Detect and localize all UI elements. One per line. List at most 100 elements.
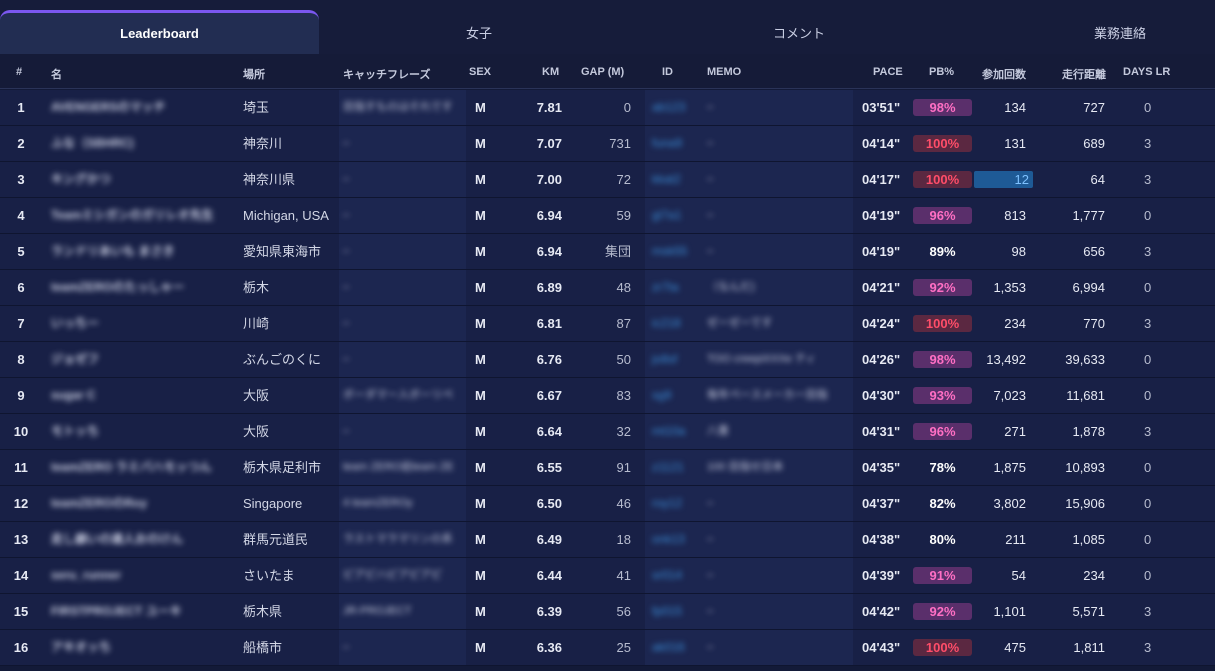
runner-id-link[interactable]: sg9 xyxy=(652,378,688,413)
rank-cell: 2 xyxy=(17,136,25,151)
runner-name[interactable]: seru_runner xyxy=(51,558,226,593)
runner-name[interactable]: teamZEROのRoy xyxy=(51,486,226,521)
km-cell: 6.76 xyxy=(536,352,562,367)
rank-cell: 6 xyxy=(17,280,25,295)
col-id[interactable]: ID xyxy=(662,66,673,78)
table-row[interactable]: 1 AVENGERSのマッチ 埼玉 目指すものはそれです M 7.81 0 ab123 – 03'… xyxy=(0,90,1215,126)
runner-id-link[interactable]: onk13 xyxy=(652,522,688,557)
table-row[interactable]: 2 ふな（SBHRC) 神奈川 – M 7.07 731 funa9 – 04'14" 100% 13… xyxy=(0,126,1215,162)
runner-name[interactable]: teamZERO ラミバハモッつん xyxy=(51,450,226,485)
pb-badge: 92% xyxy=(913,279,972,296)
pb-badge: 91% xyxy=(913,567,972,584)
runner-id-link[interactable]: sr014 xyxy=(652,558,688,593)
rank-cell: 12 xyxy=(13,496,29,511)
runner-name[interactable]: 走し癖いの達人おのけん xyxy=(51,522,226,557)
runner-id-link[interactable]: mt10a xyxy=(652,414,688,449)
col-pace[interactable]: PACE xyxy=(873,66,903,78)
gap-cell: 48 xyxy=(616,280,631,295)
gap-cell: 59 xyxy=(616,208,631,223)
pb-badge: 100% xyxy=(913,639,972,656)
gap-cell: 87 xyxy=(616,316,631,331)
runner-id-link[interactable]: kkat2 xyxy=(652,162,688,197)
table-row[interactable]: 7 いっちー 川崎 – M 6.81 87 ic218 ゼーゼーです 04'24" 100% 234 7… xyxy=(0,306,1215,342)
runner-name[interactable]: いっちー xyxy=(51,306,226,341)
location-cell: 埼玉 xyxy=(243,100,270,115)
col-km[interactable]: KM xyxy=(542,66,559,78)
days-lr-cell: 0 xyxy=(1144,352,1152,367)
location-cell: 大阪 xyxy=(243,424,270,439)
pace-cell: 04'14" xyxy=(862,136,901,151)
runner-name[interactable]: モトッち xyxy=(51,414,226,449)
gap-cell: 91 xyxy=(616,460,631,475)
runner-id-link[interactable]: jo8sf xyxy=(652,342,688,377)
table-row[interactable]: 14 seru_runner さいたま ピアピハピアピアピ M 6.44 41 sr014 – 0… xyxy=(0,558,1215,594)
col-location[interactable]: 場所 xyxy=(243,66,265,82)
days-lr-cell: 3 xyxy=(1144,172,1152,187)
table-row[interactable]: 12 teamZEROのRoy Singapore 4 teamZEROy M 6.50 4… xyxy=(0,486,1215,522)
col-sex[interactable]: SEX xyxy=(469,66,491,78)
runner-id-link[interactable]: roy12 xyxy=(652,486,688,521)
runner-name[interactable]: teamZEROのたっしゃー xyxy=(51,270,226,305)
participations-cell: 7,023 xyxy=(993,388,1026,403)
runner-id-link[interactable]: funa9 xyxy=(652,126,688,161)
catchphrase-cell: 目指すものはそれです xyxy=(343,101,453,113)
table-row[interactable]: 13 走し癖いの達人おのけん 群馬元道民 ラストマラマリンの系 M 6.49 18 onk13… xyxy=(0,522,1215,558)
runner-name[interactable]: AVENGERSのマッチ xyxy=(51,90,226,125)
table-row[interactable]: 6 teamZEROのたっしゃー 栃木 – M 6.89 48 zr7ta （なんだ) 04'21… xyxy=(0,270,1215,306)
table-row[interactable]: 4 Teamミシガンのガリレオ先生 Michigan, USA – M 6.94 59 gl7… xyxy=(0,198,1215,234)
runner-name[interactable]: Teamミシガンのガリレオ先生 xyxy=(51,198,226,233)
col-pb[interactable]: PB% xyxy=(929,66,954,78)
tab-women[interactable]: 女子 xyxy=(319,10,639,54)
table-row[interactable]: 10 モトッち 大阪 – M 6.64 32 mt10a 八重 04'31" 96% 271 1,878… xyxy=(0,414,1215,450)
table-row[interactable]: 5 ランドリあいも まさき 愛知県東海市 – M 6.94 集団 msk55 – 04'19" 89… xyxy=(0,234,1215,270)
runner-id-link[interactable]: ak016 xyxy=(652,630,688,665)
tab-comments[interactable]: コメント xyxy=(639,10,959,54)
gap-cell: 25 xyxy=(616,640,631,655)
km-cell: 6.44 xyxy=(536,568,562,583)
runner-id-link[interactable]: msk55 xyxy=(652,234,688,269)
col-days-lr[interactable]: DAYS LR xyxy=(1123,66,1170,78)
pace-cell: 04'43" xyxy=(862,640,901,655)
table-row[interactable]: 11 teamZERO ラミバハモッつん 栃木県足利市 team ZERO岩team … xyxy=(0,450,1215,486)
col-distance[interactable]: 走行距離 xyxy=(1062,66,1106,82)
runner-name[interactable]: ジョゼフ xyxy=(51,342,226,377)
runner-id-link[interactable]: gl7a1 xyxy=(652,198,688,233)
distance-cell: 234 xyxy=(1083,568,1105,583)
distance-cell: 11,681 xyxy=(1066,388,1105,403)
col-memo[interactable]: MEMO xyxy=(707,66,741,78)
col-catchphrase[interactable]: キャッチフレーズ xyxy=(343,66,430,82)
runner-name[interactable]: アキオッち xyxy=(51,630,226,665)
memo-cell: 八重 xyxy=(707,425,729,437)
table-header: # 名 場所 キャッチフレーズ SEX KM GAP (M) ID MEMO P… xyxy=(0,54,1215,89)
table-row[interactable]: 16 アキオッち 船橋市 – M 6.36 25 ak016 – 04'43" 100% 475 1,8… xyxy=(0,630,1215,666)
runner-name[interactable]: キングかつ xyxy=(51,162,226,197)
location-cell: ぶんごのくに xyxy=(243,352,322,367)
table-row[interactable]: 15 FIRSTPROJECT ユーキ 栃木県 JR-PROJECT M 6.39 56 fp… xyxy=(0,594,1215,630)
table-row[interactable]: 3 キングかつ 神奈川県 – M 7.00 72 kkat2 – 04'17" 100% 12 64 3 xyxy=(0,162,1215,198)
km-cell: 6.36 xyxy=(536,640,562,655)
distance-cell: 727 xyxy=(1083,100,1105,115)
runner-name[interactable]: FIRSTPROJECT ユーキ xyxy=(51,594,226,629)
runner-id-link[interactable]: zr7ta xyxy=(652,270,688,305)
table-row[interactable]: 9 sugar C 大阪 ボーダマー入ボーリペ M 6.67 83 sg9 毎年ペースメーカー目… xyxy=(0,378,1215,414)
tab-leaderboard[interactable]: Leaderboard xyxy=(0,10,319,54)
runner-name[interactable]: ふな（SBHRC) xyxy=(51,126,226,161)
runner-name[interactable]: sugar C xyxy=(51,378,226,413)
col-name[interactable]: 名 xyxy=(51,66,62,82)
catchphrase-cell: – xyxy=(343,137,350,149)
runner-id-link[interactable]: fp015 xyxy=(652,594,688,629)
table-row[interactable]: 8 ジョゼフ ぶんごのくに – M 6.76 50 jo8sf TOO creepiXXXe テ… xyxy=(0,342,1215,378)
col-rank[interactable]: # xyxy=(16,66,22,78)
runner-name[interactable]: ランドリあいも まさき xyxy=(51,234,226,269)
pb-badge: 89% xyxy=(929,244,956,259)
tab-business-notice[interactable]: 業務連絡 xyxy=(1025,10,1215,54)
col-gap[interactable]: GAP (M) xyxy=(581,66,624,78)
runner-id-link[interactable]: ab123 xyxy=(652,90,688,125)
runner-id-link[interactable]: z1121 xyxy=(652,450,688,485)
distance-cell: 1,811 xyxy=(1073,640,1105,655)
col-participations[interactable]: 参加回数 xyxy=(982,66,1026,82)
gap-cell: 46 xyxy=(616,496,631,511)
memo-cell: 毎年ペースメーカー目指 xyxy=(707,389,828,401)
runner-id-link[interactable]: ic218 xyxy=(652,306,688,341)
sex-cell: M xyxy=(475,532,486,547)
